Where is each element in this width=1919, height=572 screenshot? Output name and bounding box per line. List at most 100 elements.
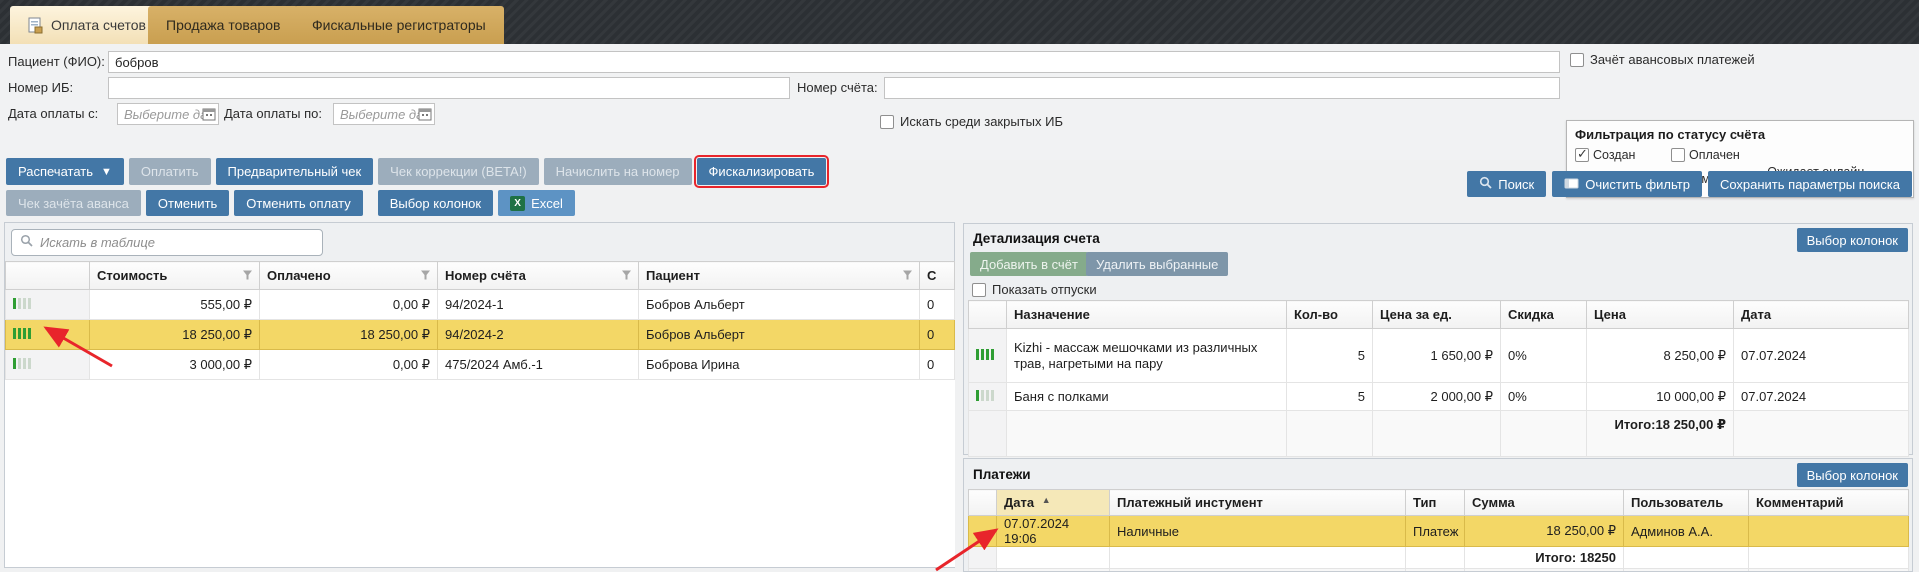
- preliminary-check-button[interactable]: Предварительный чек: [216, 158, 374, 185]
- tab-fiscal-registers[interactable]: Фискальные регистраторы: [294, 6, 504, 44]
- advance-offset-checkbox[interactable]: [1570, 53, 1584, 67]
- service-cell: Kizhi - массаж мешочками из различных тр…: [1007, 329, 1287, 383]
- add-to-invoice-button[interactable]: Добавить в счёт: [970, 252, 1088, 276]
- payment-date-column-header[interactable]: Дата ▲: [997, 490, 1110, 516]
- choose-columns-label: Выбор колонок: [390, 196, 481, 211]
- empty-cell: [1734, 411, 1909, 457]
- choose-columns-button[interactable]: Выбор колонок: [378, 190, 493, 216]
- invoice-row-selected[interactable]: 18 250,00 ₽ 18 250,00 ₽ 94/2024-2 Бобров…: [6, 320, 955, 350]
- discount-header-label: Скидка: [1508, 307, 1554, 322]
- filter-funnel-icon[interactable]: [902, 268, 913, 283]
- search-button[interactable]: Поиск: [1467, 171, 1546, 197]
- cancel-button[interactable]: Отменить: [146, 190, 229, 216]
- chevron-down-icon: ▼: [101, 166, 112, 178]
- excel-export-button[interactable]: X Excel: [498, 190, 575, 216]
- details-choose-columns-button[interactable]: Выбор колонок: [1797, 228, 1908, 252]
- patient-cell: Бобров Альберт: [639, 320, 920, 350]
- invoices-header-row: Стоимость Оплачено Номер счёта Пациент С: [6, 262, 955, 290]
- show-vacations-option[interactable]: Показать отпуски: [972, 282, 1097, 297]
- charge-to-number-button[interactable]: Начислить на номер: [544, 158, 692, 185]
- tab-goods-sale[interactable]: Продажа товаров: [148, 6, 298, 44]
- calendar-icon[interactable]: [202, 107, 216, 121]
- extra-column-header[interactable]: С: [920, 262, 955, 290]
- delete-selected-button[interactable]: Удалить выбранные: [1086, 252, 1228, 276]
- payment-instrument-column-header[interactable]: Платежный инстумент: [1110, 490, 1406, 516]
- qty-column-header[interactable]: Кол-во: [1287, 301, 1373, 329]
- status-bars-column-header[interactable]: [969, 301, 1007, 329]
- detail-row[interactable]: Баня с полками 5 2 000,00 ₽ 0% 10 000,00…: [969, 383, 1909, 411]
- table-search-box[interactable]: [11, 229, 323, 256]
- patient-column-header[interactable]: Пациент: [639, 262, 920, 290]
- date-column-header[interactable]: Дата: [1734, 301, 1909, 329]
- table-search-input[interactable]: [40, 235, 314, 250]
- advance-check-button[interactable]: Чек зачёта аванса: [6, 190, 141, 216]
- ib-number-input[interactable]: [108, 77, 790, 99]
- details-table: Назначение Кол-во Цена за ед. Скидка Цен…: [968, 300, 1909, 457]
- filter-funnel-icon[interactable]: [420, 268, 431, 283]
- empty-cell: [1110, 569, 1406, 572]
- unit-price-cell: 1 650,00 ₽: [1373, 329, 1501, 383]
- clear-filter-button[interactable]: Очистить фильтр: [1552, 171, 1702, 197]
- top-tab-bar: Оплата счетов Продажа товаров Фискальные…: [0, 0, 1919, 44]
- invoices-table: Стоимость Оплачено Номер счёта Пациент С…: [5, 261, 955, 567]
- status-created-label: Создан: [1593, 148, 1635, 162]
- empty-cell: [1406, 569, 1465, 572]
- invoice-number-cell: 94/2024-1: [438, 290, 639, 320]
- paid-cell: 0,00 ₽: [260, 350, 438, 380]
- payments-total-value: Итого: 18250: [1465, 547, 1624, 569]
- save-search-params-button[interactable]: Сохранить параметры поиска: [1708, 171, 1912, 197]
- calendar-icon[interactable]: [418, 107, 432, 121]
- details-choose-columns-label: Выбор колонок: [1807, 233, 1898, 248]
- filter-funnel-icon[interactable]: [242, 268, 253, 283]
- advance-offset-option[interactable]: Зачёт авансовых платежей: [1570, 52, 1755, 67]
- payments-choose-columns-button[interactable]: Выбор колонок: [1797, 463, 1908, 487]
- status-option-created[interactable]: Создан: [1575, 148, 1671, 162]
- payment-user-column-header[interactable]: Пользователь: [1624, 490, 1749, 516]
- toolbar-row-1: Распечатать ▼ Оплатить Предварительный ч…: [6, 158, 826, 185]
- price-column-header[interactable]: Цена: [1587, 301, 1734, 329]
- payment-type-column-header[interactable]: Тип: [1406, 490, 1465, 516]
- patient-cell: Бобров Альберт: [639, 290, 920, 320]
- date-cell: 07.07.2024: [1734, 329, 1909, 383]
- qty-cell: 5: [1287, 383, 1373, 411]
- cost-column-header[interactable]: Стоимость: [90, 262, 260, 290]
- invoice-row[interactable]: 3 000,00 ₽ 0,00 ₽ 475/2024 Амб.-1 Бобров…: [6, 350, 955, 380]
- cancel-payment-button[interactable]: Отменить оплату: [234, 190, 362, 216]
- row-selector-column-header[interactable]: [969, 490, 997, 516]
- search-icon: [1479, 176, 1492, 192]
- paid-cell: 18 250,00 ₽: [260, 320, 438, 350]
- status-created-checkbox[interactable]: [1575, 148, 1589, 162]
- qty-cell: 5: [1287, 329, 1373, 383]
- unit-price-column-header[interactable]: Цена за ед.: [1373, 301, 1501, 329]
- patient-input[interactable]: [108, 51, 1560, 73]
- invoice-row[interactable]: 555,00 ₽ 0,00 ₽ 94/2024-1 Бобров Альберт…: [6, 290, 955, 320]
- fiscalize-button[interactable]: Фискализировать: [697, 158, 827, 185]
- tab-invoice-payment[interactable]: Оплата счетов: [10, 6, 164, 44]
- empty-cell: [969, 569, 997, 572]
- service-column-header[interactable]: Назначение: [1007, 301, 1287, 329]
- payment-comment-header-label: Комментарий: [1756, 495, 1844, 510]
- delete-selected-label: Удалить выбранные: [1096, 257, 1218, 272]
- correction-check-button[interactable]: Чек коррекции (BETA!): [378, 158, 538, 185]
- detail-row[interactable]: Kizhi - массаж мешочками из различных тр…: [969, 329, 1909, 383]
- status-bars-column-header[interactable]: [6, 262, 90, 290]
- invoice-number-input[interactable]: [884, 77, 1560, 99]
- payment-row-selected[interactable]: 07.07.2024 19:06 Наличные Платеж 18 250,…: [969, 516, 1909, 547]
- status-paid-checkbox[interactable]: [1671, 148, 1685, 162]
- invoice-number-column-header[interactable]: Номер счёта: [438, 262, 639, 290]
- search-closed-ib-checkbox[interactable]: [880, 115, 894, 129]
- search-closed-ib-option[interactable]: Искать среди закрытых ИБ: [880, 114, 1063, 129]
- discount-column-header[interactable]: Скидка: [1501, 301, 1587, 329]
- status-bars-cell: [969, 383, 1007, 411]
- payment-progress-cell: [6, 350, 90, 380]
- document-icon: [28, 17, 43, 34]
- paid-column-header[interactable]: Оплачено: [260, 262, 438, 290]
- pay-button[interactable]: Оплатить: [129, 158, 211, 185]
- show-vacations-checkbox[interactable]: [972, 283, 986, 297]
- status-option-paid[interactable]: Оплачен: [1671, 148, 1740, 162]
- payment-comment-column-header[interactable]: Комментарий: [1749, 490, 1909, 516]
- print-button[interactable]: Распечатать ▼: [6, 158, 124, 185]
- filter-funnel-icon[interactable]: [621, 268, 632, 283]
- extra-cell: 0: [920, 320, 955, 350]
- payment-amount-column-header[interactable]: Сумма: [1465, 490, 1624, 516]
